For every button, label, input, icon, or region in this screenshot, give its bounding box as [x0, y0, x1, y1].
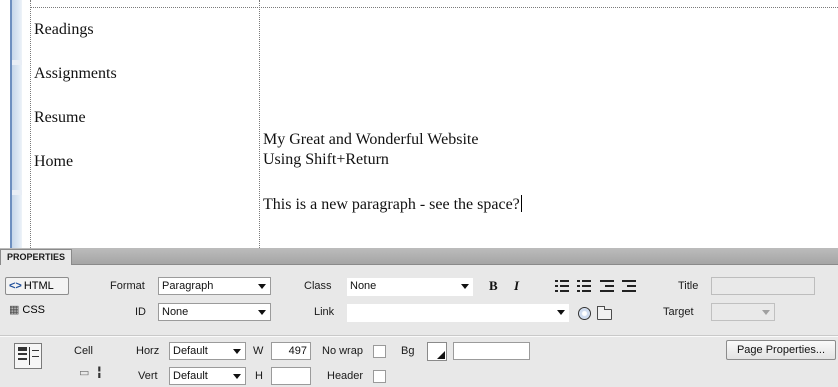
- bold-button[interactable]: B: [489, 277, 498, 295]
- nav-item-readings[interactable]: Readings: [34, 21, 94, 39]
- format-label: Format: [110, 280, 145, 292]
- cell-label: Cell: [74, 345, 93, 357]
- nowrap-checkbox[interactable]: [373, 345, 386, 358]
- nav-item-home[interactable]: Home: [34, 153, 73, 171]
- ordered-list-icon[interactable]: [577, 280, 591, 292]
- table-cell-icon: [14, 343, 42, 369]
- header-checkbox[interactable]: [373, 370, 386, 383]
- chevron-down-icon: [233, 349, 241, 354]
- point-to-file-icon[interactable]: [578, 307, 591, 320]
- code-icon: <>: [9, 280, 22, 292]
- css-mode-label: CSS: [22, 304, 46, 316]
- vert-value: Default: [173, 370, 208, 382]
- id-label: ID: [135, 306, 146, 318]
- horz-select[interactable]: Default: [169, 342, 246, 360]
- table-border-top: [30, 7, 838, 8]
- chevron-down-icon: [258, 284, 266, 289]
- css-mode-button[interactable]: ▦ CSS: [5, 301, 69, 319]
- title-label: Title: [678, 280, 699, 292]
- properties-header: PROPERTIES: [0, 248, 838, 265]
- page-properties-button[interactable]: Page Properties...: [726, 340, 836, 360]
- properties-tab[interactable]: PROPERTIES: [0, 249, 73, 265]
- vert-select[interactable]: Default: [169, 367, 246, 385]
- html-mode-button[interactable]: <> HTML: [5, 277, 69, 295]
- paragraph-text: This is a new paragraph - see the space?: [263, 196, 520, 213]
- folder-icon[interactable]: [597, 306, 612, 320]
- nowrap-label: No wrap: [322, 345, 363, 357]
- format-select[interactable]: Paragraph: [158, 277, 271, 295]
- split-cells-icon[interactable]: ╏: [96, 366, 103, 380]
- merge-cells-icon[interactable]: ▭: [79, 366, 89, 380]
- properties-panel: PROPERTIES <> HTML ▦ CSS Format Paragraph …: [0, 248, 838, 387]
- height-input[interactable]: [271, 367, 311, 385]
- bg-label: Bg: [401, 345, 415, 357]
- bg-color-picker[interactable]: [427, 342, 447, 361]
- link-label: Link: [314, 306, 335, 318]
- class-value: None: [350, 280, 377, 292]
- html-mode-label: HTML: [23, 280, 54, 292]
- text-caret: [520, 195, 522, 212]
- content-heading-line[interactable]: My Great and Wonderful Website: [263, 131, 478, 149]
- nav-item-assignments[interactable]: Assignments: [34, 65, 117, 83]
- chevron-down-icon: [258, 310, 266, 315]
- content-subline[interactable]: Using Shift+Return: [263, 151, 389, 169]
- outdent-icon[interactable]: [600, 280, 614, 292]
- italic-button[interactable]: I: [514, 277, 519, 295]
- id-value: None: [162, 306, 189, 318]
- nav-item-resume[interactable]: Resume: [34, 109, 86, 127]
- target-select[interactable]: [711, 303, 775, 321]
- class-label: Class: [304, 280, 332, 292]
- section-divider-highlight: [0, 336, 838, 337]
- width-label: W: [253, 345, 264, 357]
- bar-mark: [12, 60, 22, 65]
- indent-icon[interactable]: [622, 280, 636, 292]
- chevron-down-icon: [461, 284, 469, 289]
- picker-arrow-icon: [437, 351, 445, 359]
- vert-label: Vert: [138, 370, 158, 382]
- format-value: Paragraph: [162, 280, 214, 292]
- unordered-list-icon[interactable]: [555, 280, 569, 292]
- link-input[interactable]: [347, 304, 569, 322]
- width-input[interactable]: 497: [271, 342, 311, 360]
- table-border-left: [30, 0, 31, 248]
- css-icon: ▦: [9, 304, 20, 316]
- bg-color-input[interactable]: [453, 342, 530, 360]
- horz-label: Horz: [136, 345, 160, 357]
- content-paragraph[interactable]: This is a new paragraph - see the space?: [263, 195, 522, 214]
- target-label: Target: [663, 306, 694, 318]
- id-select[interactable]: None: [158, 303, 271, 321]
- class-select[interactable]: None: [347, 278, 473, 296]
- chevron-down-icon: [762, 310, 770, 315]
- horz-value: Default: [173, 345, 208, 357]
- header-label: Header: [327, 370, 364, 382]
- chevron-down-icon: [233, 374, 241, 379]
- table-border-middle: [259, 0, 260, 248]
- bar-mark: [12, 190, 22, 195]
- title-input[interactable]: [711, 277, 815, 295]
- table-highlight-bar: [12, 0, 22, 248]
- design-view[interactable]: Readings Assignments Resume Home My Grea…: [0, 0, 838, 248]
- chevron-down-icon: [557, 310, 565, 315]
- height-label: H: [255, 370, 263, 382]
